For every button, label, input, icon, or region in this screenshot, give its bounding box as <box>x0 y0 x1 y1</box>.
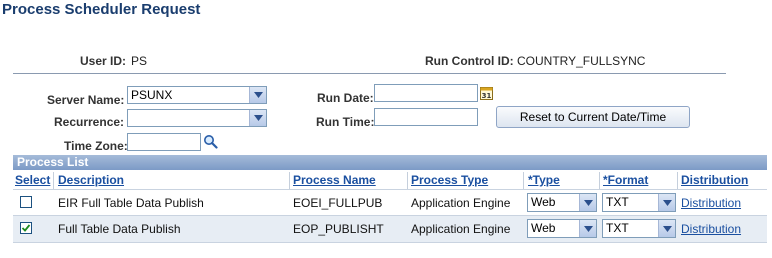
row-select-checkbox[interactable] <box>20 196 32 208</box>
magnifier-icon[interactable] <box>203 134 218 149</box>
time-zone-input[interactable] <box>127 133 201 151</box>
run-control-id-label: Run Control ID: <box>425 54 514 68</box>
row-process-type: Application Engine <box>411 222 511 236</box>
user-id-value: PS <box>131 54 148 68</box>
row-type-select[interactable]: Web <box>527 219 597 238</box>
chevron-down-icon[interactable] <box>579 194 596 211</box>
row-format-select[interactable]: TXT <box>602 193 676 212</box>
row-distribution-link[interactable]: Distribution <box>681 222 741 236</box>
row-process-type: Application Engine <box>411 196 511 210</box>
server-name-value: PSUNX <box>131 88 173 102</box>
page-title: Process Scheduler Request <box>2 1 201 18</box>
row-description: Full Table Data Publish <box>58 222 181 236</box>
recurrence-select[interactable] <box>127 109 267 127</box>
run-date-input[interactable] <box>374 84 478 102</box>
chevron-down-icon[interactable] <box>249 110 266 126</box>
section-divider <box>13 73 726 74</box>
column-divider <box>677 172 678 189</box>
row-process-name: EOEI_FULLPUB <box>293 196 383 210</box>
column-divider <box>53 172 54 189</box>
column-header-select[interactable]: Select <box>15 173 50 187</box>
row-distribution-link[interactable]: Distribution <box>681 196 741 210</box>
row-type-value: Web <box>531 221 556 235</box>
run-time-input[interactable] <box>374 108 478 126</box>
server-name-label: Server Name: <box>47 93 125 107</box>
column-divider <box>289 172 290 189</box>
column-header-description[interactable]: Description <box>58 173 124 187</box>
row-select-checkbox[interactable] <box>20 222 32 234</box>
user-id-label: User ID: <box>80 54 127 68</box>
run-date-label: Run Date: <box>317 91 374 105</box>
row-description: EIR Full Table Data Publish <box>58 196 204 210</box>
calendar-icon[interactable]: 31 <box>480 86 493 100</box>
chevron-down-icon[interactable] <box>579 220 596 237</box>
row-format-select[interactable]: TXT <box>602 219 676 238</box>
time-zone-label: Time Zone: <box>64 139 128 153</box>
column-header-distribution[interactable]: Distribution <box>681 173 748 187</box>
row-format-value: TXT <box>606 195 629 209</box>
checkmark-icon <box>21 224 31 232</box>
column-divider <box>523 172 524 189</box>
chevron-down-icon[interactable] <box>658 194 675 211</box>
row-format-value: TXT <box>606 221 629 235</box>
column-header-type[interactable]: *Type <box>528 173 560 187</box>
server-name-select[interactable]: PSUNX <box>127 86 267 104</box>
column-divider <box>407 172 408 189</box>
column-header-format[interactable]: *Format <box>603 173 648 187</box>
row-type-select[interactable]: Web <box>527 193 597 212</box>
chevron-down-icon[interactable] <box>249 87 266 103</box>
column-header-process-type[interactable]: Process Type <box>411 173 488 187</box>
recurrence-label: Recurrence: <box>54 115 125 129</box>
run-time-label: Run Time: <box>316 115 375 129</box>
chevron-down-icon[interactable] <box>658 220 675 237</box>
svg-text:31: 31 <box>482 92 492 100</box>
process-list-header: Process List <box>13 155 767 170</box>
column-header-process-name[interactable]: Process Name <box>293 173 376 187</box>
reset-to-current-date-time-button[interactable]: Reset to Current Date/Time <box>496 106 690 128</box>
run-control-id-value: COUNTRY_FULLSYNC <box>517 54 646 68</box>
column-divider <box>599 172 600 189</box>
row-process-name: EOP_PUBLISHT <box>293 222 384 236</box>
row-type-value: Web <box>531 195 556 209</box>
